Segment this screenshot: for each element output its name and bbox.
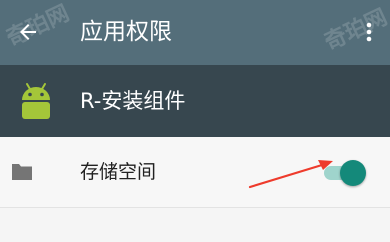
page-title: 应用权限: [80, 19, 172, 45]
storage-permission-toggle[interactable]: [322, 160, 368, 186]
toggle-thumb: [340, 160, 366, 186]
divider: [0, 207, 390, 208]
app-name: R-安装组件: [80, 89, 186, 113]
permission-label: 存储空间: [80, 161, 157, 183]
folder-icon: [12, 164, 32, 180]
app-header: R-安装组件: [0, 65, 390, 137]
android-icon: [22, 83, 50, 119]
